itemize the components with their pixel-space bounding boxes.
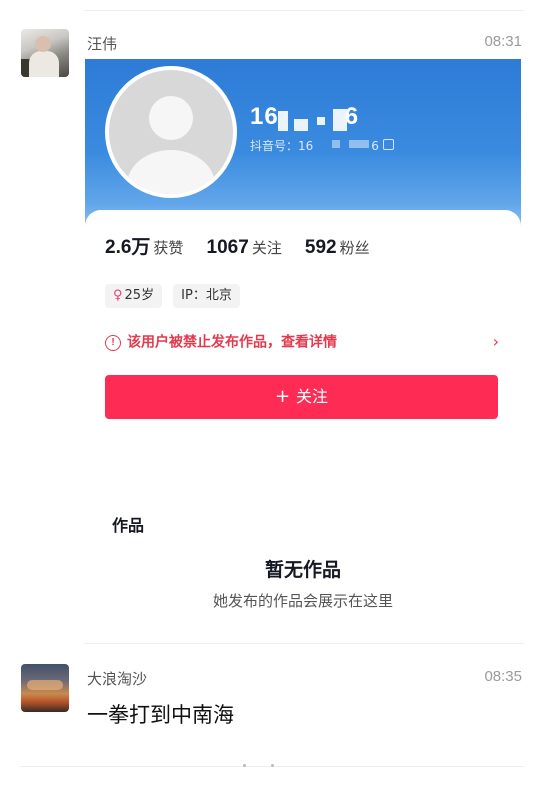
message-time: 08:31: [484, 33, 522, 50]
profile-stats: 2.6万 获赞 1067 关注 592 粉丝: [105, 232, 388, 259]
profile-info-panel: 2.6万 获赞 1067 关注 592 粉丝 ♀ 25岁 IP：北京 ! 该用户被禁止发布…: [85, 210, 521, 627]
ip-tag: IP：北京: [173, 284, 240, 308]
profile-avatar: [105, 66, 237, 198]
ban-warning[interactable]: ! 该用户被禁止发布作品，查看详情 ›: [105, 331, 499, 353]
sender-name: 汪伟: [87, 35, 118, 53]
censor-mosaic: [317, 117, 325, 125]
empty-state-subtitle: 她发布的作品会展示在这里: [212, 592, 393, 610]
scroll-indicator: [0, 761, 544, 769]
copy-icon[interactable]: [383, 139, 394, 150]
chat-page: 汪伟 08:31 16 6 抖音号：16 6 2.6万 获赞 1067 关注 5…: [0, 0, 544, 800]
shared-profile-card[interactable]: 16 6 抖音号：16 6 2.6万 获赞 1067 关注 592 粉丝 ♀ 2…: [85, 59, 521, 627]
avatar[interactable]: [21, 29, 69, 77]
avatar[interactable]: [21, 664, 69, 712]
divider: [84, 643, 524, 644]
empty-state-title: 暂无作品: [264, 559, 341, 581]
stat-following[interactable]: 1067 关注: [207, 237, 282, 259]
profile-tags: ♀ 25岁 IP：北京: [105, 284, 246, 308]
works-tab[interactable]: 作品: [112, 512, 144, 536]
censor-mosaic: [332, 140, 340, 148]
censor-mosaic: [333, 109, 347, 131]
censor-mosaic: [278, 111, 288, 131]
divider: [84, 10, 524, 11]
censor-mosaic: [349, 140, 369, 148]
censor-mosaic: [294, 119, 308, 131]
message-text: 一拳打到中南海: [87, 703, 234, 727]
stat-followers[interactable]: 592 粉丝: [305, 237, 370, 259]
exclamation-circle-icon: !: [105, 334, 121, 351]
message-time: 08:35: [484, 668, 522, 685]
stat-likes: 2.6万 获赞: [105, 237, 184, 258]
follow-button[interactable]: + 关注: [105, 375, 498, 419]
age-tag: ♀ 25岁: [105, 284, 163, 308]
female-icon: ♀: [113, 288, 123, 303]
chevron-right-icon: ›: [492, 332, 499, 351]
plus-icon: +: [274, 386, 291, 407]
sender-name: 大浪淘沙: [87, 670, 148, 688]
